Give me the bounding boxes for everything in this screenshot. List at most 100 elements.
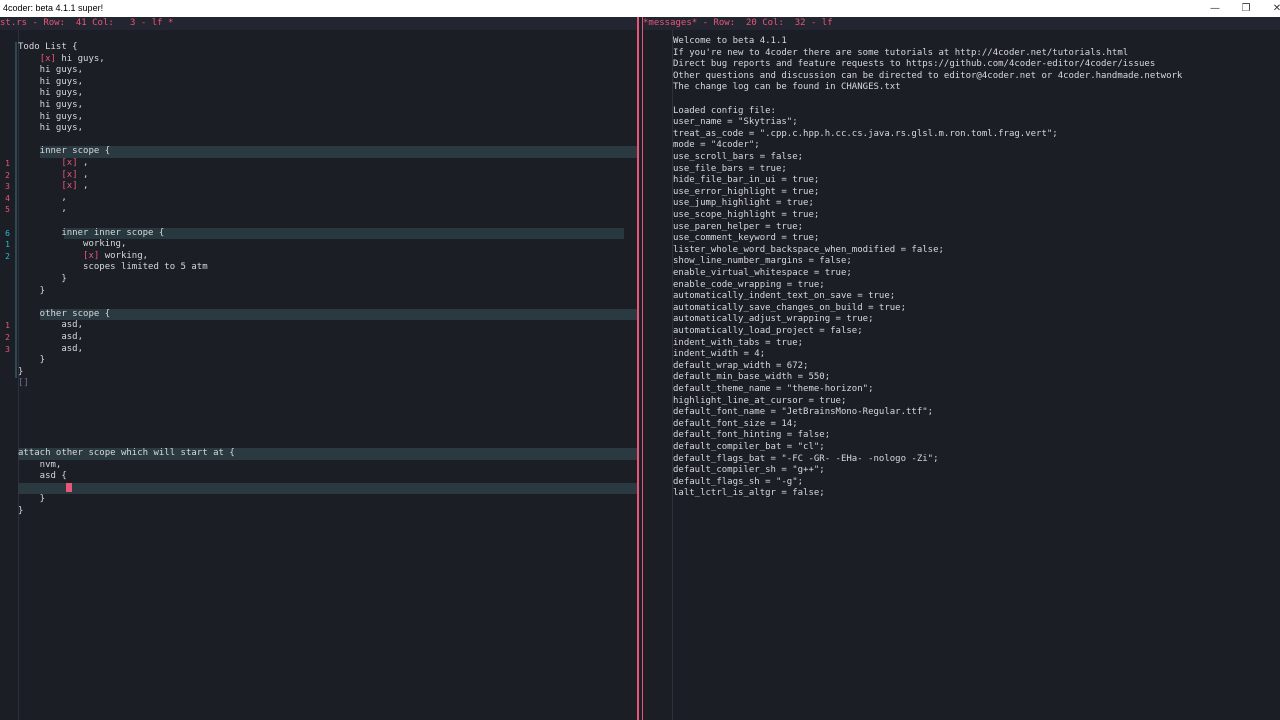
- code-line[interactable]: other scope {: [0, 309, 637, 321]
- checkbox-marker[interactable]: [x]: [83, 251, 99, 261]
- maximize-button[interactable]: ❐: [1231, 0, 1261, 17]
- message-line[interactable]: Loaded config file:: [643, 106, 1280, 118]
- message-line[interactable]: default_compiler_sh = "g++";: [643, 465, 1280, 477]
- code-line[interactable]: 2 asd,: [0, 332, 637, 344]
- message-line[interactable]: enable_virtual_whitespace = true;: [643, 268, 1280, 280]
- code-line[interactable]: 1 [x] ,: [0, 158, 637, 170]
- message-line[interactable]: If you're new to 4coder there are some t…: [643, 48, 1280, 60]
- message-line[interactable]: use_comment_keyword = true;: [643, 233, 1280, 245]
- message-line[interactable]: Other questions and discussion can be di…: [643, 71, 1280, 83]
- message-line[interactable]: default_compiler_bat = "cl";: [643, 442, 1280, 454]
- message-line[interactable]: indent_width = 4;: [643, 349, 1280, 361]
- message-line[interactable]: hide_file_bar_in_ui = true;: [643, 175, 1280, 187]
- code-line[interactable]: [x] hi guys,: [0, 54, 637, 66]
- message-text: use_paren_helper = true;: [673, 221, 804, 232]
- code-line[interactable]: [0, 216, 637, 228]
- message-line[interactable]: default_flags_sh = "-g";: [643, 477, 1280, 489]
- message-line[interactable]: [643, 94, 1280, 106]
- code-line[interactable]: hi guys,: [0, 100, 637, 112]
- code-line[interactable]: asd {: [0, 471, 637, 483]
- code-line[interactable]: 1 asd,: [0, 320, 637, 332]
- message-line[interactable]: use_scroll_bars = false;: [643, 152, 1280, 164]
- message-line[interactable]: automatically_load_project = false;: [643, 326, 1280, 338]
- code-line[interactable]: [0, 413, 637, 425]
- message-line[interactable]: default_font_hinting = false;: [643, 430, 1280, 442]
- code-line[interactable]: [0, 425, 637, 437]
- message-line[interactable]: enable_code_wrapping = true;: [643, 280, 1280, 292]
- code-line[interactable]: scopes limited to 5 atm: [0, 262, 637, 274]
- code-line[interactable]: [0, 436, 637, 448]
- line-number: 1: [5, 240, 10, 250]
- code-line[interactable]: }: [0, 367, 637, 379]
- checkbox-marker[interactable]: [x]: [40, 54, 56, 64]
- code-line[interactable]: [0, 482, 637, 495]
- checkbox-marker[interactable]: [x]: [61, 170, 77, 180]
- message-line[interactable]: default_wrap_width = 672;: [643, 361, 1280, 373]
- checkbox-marker[interactable]: [x]: [61, 158, 77, 168]
- code-line[interactable]: }: [0, 274, 637, 286]
- message-line[interactable]: default_flags_bat = "-FC -GR- -EHa- -nol…: [643, 454, 1280, 466]
- code-text: }: [18, 506, 24, 516]
- code-line[interactable]: }: [0, 494, 637, 506]
- message-text: Welcome to beta 4.1.1: [673, 36, 787, 46]
- code-line[interactable]: 1 working,: [0, 239, 637, 251]
- message-text: indent_width = 4;: [673, 349, 766, 360]
- message-line[interactable]: automatically_indent_text_on_save = true…: [643, 291, 1280, 303]
- message-line[interactable]: use_paren_helper = true;: [643, 222, 1280, 234]
- message-line[interactable]: mode = "4coder";: [643, 140, 1280, 152]
- message-line[interactable]: The change log can be found in CHANGES.t…: [643, 82, 1280, 94]
- checkbox-marker[interactable]: [x]: [61, 181, 77, 191]
- code-line[interactable]: hi guys,: [0, 65, 637, 77]
- message-line[interactable]: indent_with_tabs = true;: [643, 338, 1280, 350]
- message-text: The change log can be found in CHANGES.t…: [673, 82, 901, 93]
- message-line[interactable]: lister_whole_word_backspace_when_modifie…: [643, 245, 1280, 257]
- message-line[interactable]: user_name = "Skytrias";: [643, 117, 1280, 129]
- code-line[interactable]: 2 [x] ,: [0, 170, 637, 182]
- message-line[interactable]: treat_as_code = ".cpp.c.hpp.h.cc.cs.java…: [643, 129, 1280, 141]
- code-line[interactable]: 3 asd,: [0, 344, 637, 356]
- message-text: show_line_number_margins = false;: [673, 256, 852, 267]
- message-line[interactable]: default_font_name = "JetBrainsMono-Regul…: [643, 407, 1280, 419]
- code-line[interactable]: 5 ,: [0, 204, 637, 216]
- code-line[interactable]: 2 [x] working,: [0, 251, 637, 263]
- message-line[interactable]: default_font_size = 14;: [643, 419, 1280, 431]
- message-line[interactable]: Direct bug reports and feature requests …: [643, 59, 1280, 71]
- code-line[interactable]: }: [0, 286, 637, 298]
- message-line[interactable]: use_scope_highlight = true;: [643, 210, 1280, 222]
- close-button[interactable]: ✕: [1262, 0, 1280, 17]
- code-line[interactable]: 6 inner inner scope {: [0, 228, 637, 240]
- message-line[interactable]: highlight_line_at_cursor = true;: [643, 396, 1280, 408]
- right-messages-pane[interactable]: *messages* - Row: 20 Col: 32 - lf Welcom…: [643, 17, 1280, 720]
- code-line[interactable]: [0, 297, 637, 309]
- message-line[interactable]: automatically_save_changes_on_build = tr…: [643, 303, 1280, 315]
- code-line[interactable]: [0, 402, 637, 414]
- line-number: 2: [5, 170, 10, 180]
- code-line[interactable]: nvm,: [0, 460, 637, 472]
- message-line[interactable]: use_error_highlight = true;: [643, 187, 1280, 199]
- message-text: use_comment_keyword = true;: [673, 233, 820, 244]
- code-line[interactable]: 4 ,: [0, 193, 637, 205]
- code-line[interactable]: []: [0, 378, 637, 390]
- message-line[interactable]: use_jump_highlight = true;: [643, 198, 1280, 210]
- minimize-button[interactable]: —: [1200, 0, 1230, 17]
- code-line[interactable]: hi guys,: [0, 88, 637, 100]
- message-line[interactable]: default_theme_name = "theme-horizon";: [643, 384, 1280, 396]
- code-line[interactable]: hi guys,: [0, 123, 637, 135]
- message-line[interactable]: show_line_number_margins = false;: [643, 256, 1280, 268]
- code-line[interactable]: attach other scope which will start at {: [0, 448, 637, 460]
- message-line[interactable]: default_min_base_width = 550;: [643, 372, 1280, 384]
- code-line[interactable]: }: [0, 506, 637, 518]
- message-line[interactable]: use_file_bars = true;: [643, 164, 1280, 176]
- message-line[interactable]: automatically_adjust_wrapping = true;: [643, 314, 1280, 326]
- code-line[interactable]: [0, 390, 637, 402]
- code-line[interactable]: }: [0, 355, 637, 367]
- code-line[interactable]: Todo List {: [0, 42, 637, 54]
- message-line[interactable]: lalt_lctrl_is_altgr = false;: [643, 488, 1280, 500]
- message-text: indent_with_tabs = true;: [673, 337, 804, 348]
- code-line[interactable]: inner scope {: [0, 146, 637, 158]
- code-line[interactable]: 3 [x] ,: [0, 181, 637, 193]
- left-editor-pane[interactable]: st.rs - Row: 41 Col: 3 - lf * Todo List …: [0, 17, 637, 720]
- code-line[interactable]: hi guys,: [0, 77, 637, 89]
- code-line[interactable]: hi guys,: [0, 112, 637, 124]
- message-line[interactable]: Welcome to beta 4.1.1: [643, 36, 1280, 48]
